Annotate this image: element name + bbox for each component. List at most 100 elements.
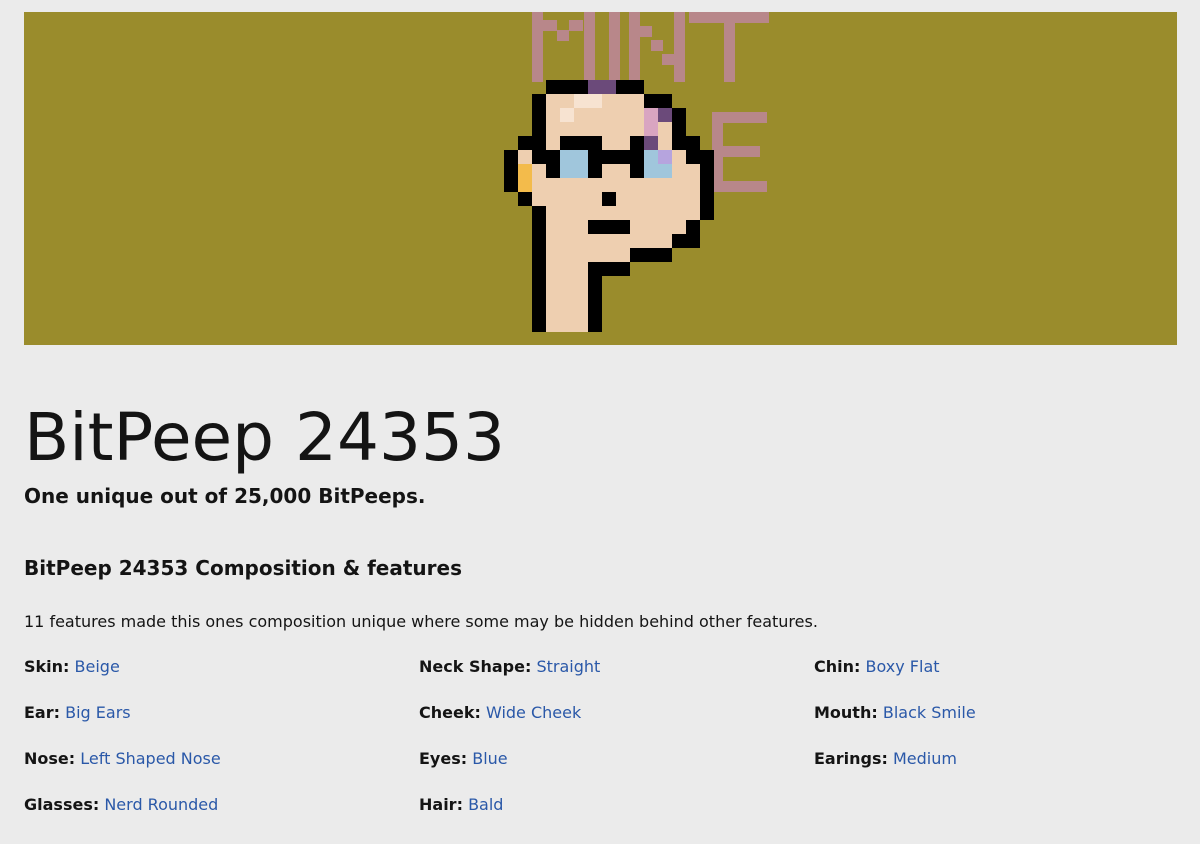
avatar-pixel — [546, 178, 560, 192]
avatar-pixel — [630, 108, 644, 122]
feature-value-link[interactable]: Wide Cheek — [486, 703, 581, 722]
avatar-pixel — [588, 318, 602, 332]
avatar-pixel — [700, 164, 714, 178]
avatar-pixel — [546, 290, 560, 304]
avatar-pixel — [560, 192, 574, 206]
avatar-pixel — [602, 94, 616, 108]
avatar-pixel — [574, 136, 588, 150]
feature-label: Nose: — [24, 749, 76, 768]
feature-value-link[interactable]: Boxy Flat — [866, 657, 940, 676]
avatar-pixel — [630, 220, 644, 234]
avatar-pixel — [574, 262, 588, 276]
avatar-pixel — [574, 192, 588, 206]
feature-value-link[interactable]: Bald — [468, 795, 503, 814]
avatar-pixel — [588, 164, 602, 178]
avatar-pixel — [574, 318, 588, 332]
avatar-pixel — [644, 248, 658, 262]
avatar-pixel — [644, 234, 658, 248]
avatar-pixel — [574, 220, 588, 234]
avatar-pixel — [546, 220, 560, 234]
feature-value-link[interactable]: Medium — [893, 749, 957, 768]
avatar-pixel — [658, 248, 672, 262]
avatar-pixel — [532, 108, 546, 122]
avatar-pixel — [616, 206, 630, 220]
avatar-pixel — [602, 108, 616, 122]
avatar-pixel — [616, 178, 630, 192]
avatar-pixel — [574, 94, 588, 108]
avatar-pixel — [560, 276, 574, 290]
avatar-pixel — [588, 290, 602, 304]
avatar-pixel — [616, 94, 630, 108]
feature-value-link[interactable]: Straight — [536, 657, 600, 676]
avatar-pixel — [588, 150, 602, 164]
avatar-pixel — [532, 276, 546, 290]
avatar-pixel — [630, 164, 644, 178]
avatar-pixel — [672, 192, 686, 206]
avatar-pixel — [574, 276, 588, 290]
feature-earings: Earings: Medium — [814, 746, 1194, 792]
avatar-pixel — [630, 80, 644, 94]
avatar-pixel — [588, 304, 602, 318]
feature-label: Mouth: — [814, 703, 878, 722]
avatar-pixel — [532, 290, 546, 304]
avatar-pixel — [588, 192, 602, 206]
avatar-pixel — [644, 108, 658, 122]
feature-mouth: Mouth: Black Smile — [814, 700, 1194, 746]
avatar-pixel — [630, 192, 644, 206]
avatar-pixel — [686, 220, 700, 234]
feature-label: Glasses: — [24, 795, 100, 814]
avatar-pixel — [630, 178, 644, 192]
avatar-pixel — [700, 192, 714, 206]
avatar-pixel — [700, 206, 714, 220]
avatar-pixel — [588, 136, 602, 150]
avatar-pixel — [546, 276, 560, 290]
avatar-pixel — [672, 234, 686, 248]
avatar-pixel — [602, 178, 616, 192]
feature-label: Ear: — [24, 703, 61, 722]
avatar-pixel — [616, 164, 630, 178]
avatar-pixel — [574, 248, 588, 262]
avatar-pixel — [532, 304, 546, 318]
feature-value-link[interactable]: Blue — [472, 749, 507, 768]
avatar-pixel — [644, 136, 658, 150]
avatar-pixel — [602, 206, 616, 220]
avatar-pixel — [560, 206, 574, 220]
avatar-pixel — [560, 80, 574, 94]
feature-value-link[interactable]: Beige — [75, 657, 120, 676]
avatar-pixel — [518, 150, 532, 164]
avatar-pixel — [700, 150, 714, 164]
avatar-pixel — [588, 276, 602, 290]
feature-neck-shape: Neck Shape: Straight — [419, 654, 814, 700]
avatar-pixel — [602, 164, 616, 178]
avatar-pixel — [630, 94, 644, 108]
avatar-pixel — [686, 164, 700, 178]
feature-chin: Chin: Boxy Flat — [814, 654, 1194, 700]
avatar-pixel — [560, 248, 574, 262]
avatar-pixel — [546, 192, 560, 206]
feature-eyes: Eyes: Blue — [419, 746, 814, 792]
avatar-pixel — [658, 108, 672, 122]
avatar-pixel — [602, 150, 616, 164]
avatar-pixel — [546, 150, 560, 164]
avatar-pixel — [602, 136, 616, 150]
feature-value-link[interactable]: Black Smile — [883, 703, 976, 722]
avatar-pixel — [588, 178, 602, 192]
feature-value-link[interactable]: Nerd Rounded — [104, 795, 218, 814]
avatar-pixel — [588, 220, 602, 234]
avatar-pixel — [532, 94, 546, 108]
avatar-pixel — [532, 220, 546, 234]
avatar-pixel — [518, 178, 532, 192]
feature-value-link[interactable]: Left Shaped Nose — [80, 749, 220, 768]
avatar-pixel — [686, 192, 700, 206]
feature-nose: Nose: Left Shaped Nose — [24, 746, 419, 792]
avatar-pixel — [504, 164, 518, 178]
avatar-pixel — [532, 164, 546, 178]
feature-value-link[interactable]: Big Ears — [65, 703, 131, 722]
avatar-pixel — [574, 290, 588, 304]
composition-heading: BitPeep 24353 Composition & features — [24, 556, 462, 580]
avatar-pixel — [658, 192, 672, 206]
avatar-pixel — [686, 206, 700, 220]
feature-label: Neck Shape: — [419, 657, 532, 676]
avatar-pixel — [630, 122, 644, 136]
avatar-pixel — [546, 94, 560, 108]
